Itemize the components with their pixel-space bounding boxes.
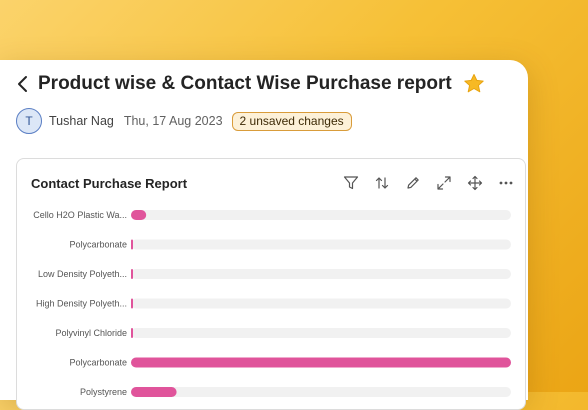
category-label: High Density Polyeth... — [36, 299, 127, 309]
bar[interactable] — [131, 210, 147, 220]
more-icon[interactable] — [495, 172, 517, 194]
sort-icon[interactable] — [371, 172, 393, 194]
author-name: Tushar Nag — [49, 114, 114, 128]
category-label: Low Density Polyeth... — [38, 269, 127, 279]
move-icon[interactable] — [464, 172, 486, 194]
category-label: Polycarbonate — [69, 358, 127, 368]
filter-icon[interactable] — [340, 172, 362, 194]
bar-track — [131, 387, 511, 397]
last-modified-date: Thu, 17 Aug 2023 — [123, 114, 223, 128]
bar-track — [131, 328, 511, 338]
unsaved-changes-badge[interactable]: 2 unsaved changes — [231, 111, 352, 131]
avatar[interactable]: T — [16, 108, 42, 134]
meta-row: T Tushar Nag Thu, 17 Aug 2023 2 unsaved … — [16, 108, 352, 134]
report-card: Product wise & Contact Wise Purchase rep… — [0, 60, 528, 410]
chevron-left-icon[interactable] — [16, 75, 30, 93]
bar-track — [131, 239, 511, 250]
bar-track — [131, 298, 511, 309]
expand-icon[interactable] — [433, 172, 455, 194]
bar-track — [131, 269, 511, 279]
chart-widget: Contact Purchase Report Cello H2O Plasti… — [16, 158, 526, 410]
bar-chart: Cello H2O Plastic Wa... Polycarbonate Low … — [33, 210, 511, 397]
bar[interactable] — [131, 269, 133, 279]
star-icon[interactable] — [462, 72, 486, 96]
page-title: Product wise & Contact Wise Purchase rep… — [38, 73, 452, 94]
widget-title: Contact Purchase Report — [31, 176, 188, 191]
bar[interactable] — [131, 357, 511, 368]
category-label: Polystyrene — [80, 387, 127, 397]
bar[interactable] — [131, 239, 133, 250]
title-row: Product wise & Contact Wise Purchase rep… — [16, 72, 486, 96]
bar-track — [131, 210, 511, 220]
category-label: Polycarbonate — [69, 240, 127, 250]
bar[interactable] — [131, 298, 133, 309]
category-label: Cello H2O Plastic Wa... — [33, 210, 127, 220]
bar[interactable] — [131, 387, 177, 397]
bar[interactable] — [131, 328, 133, 338]
edit-icon[interactable] — [402, 172, 424, 194]
category-label: Polyvinyl Chloride — [55, 328, 127, 338]
widget-toolbar — [331, 172, 517, 194]
